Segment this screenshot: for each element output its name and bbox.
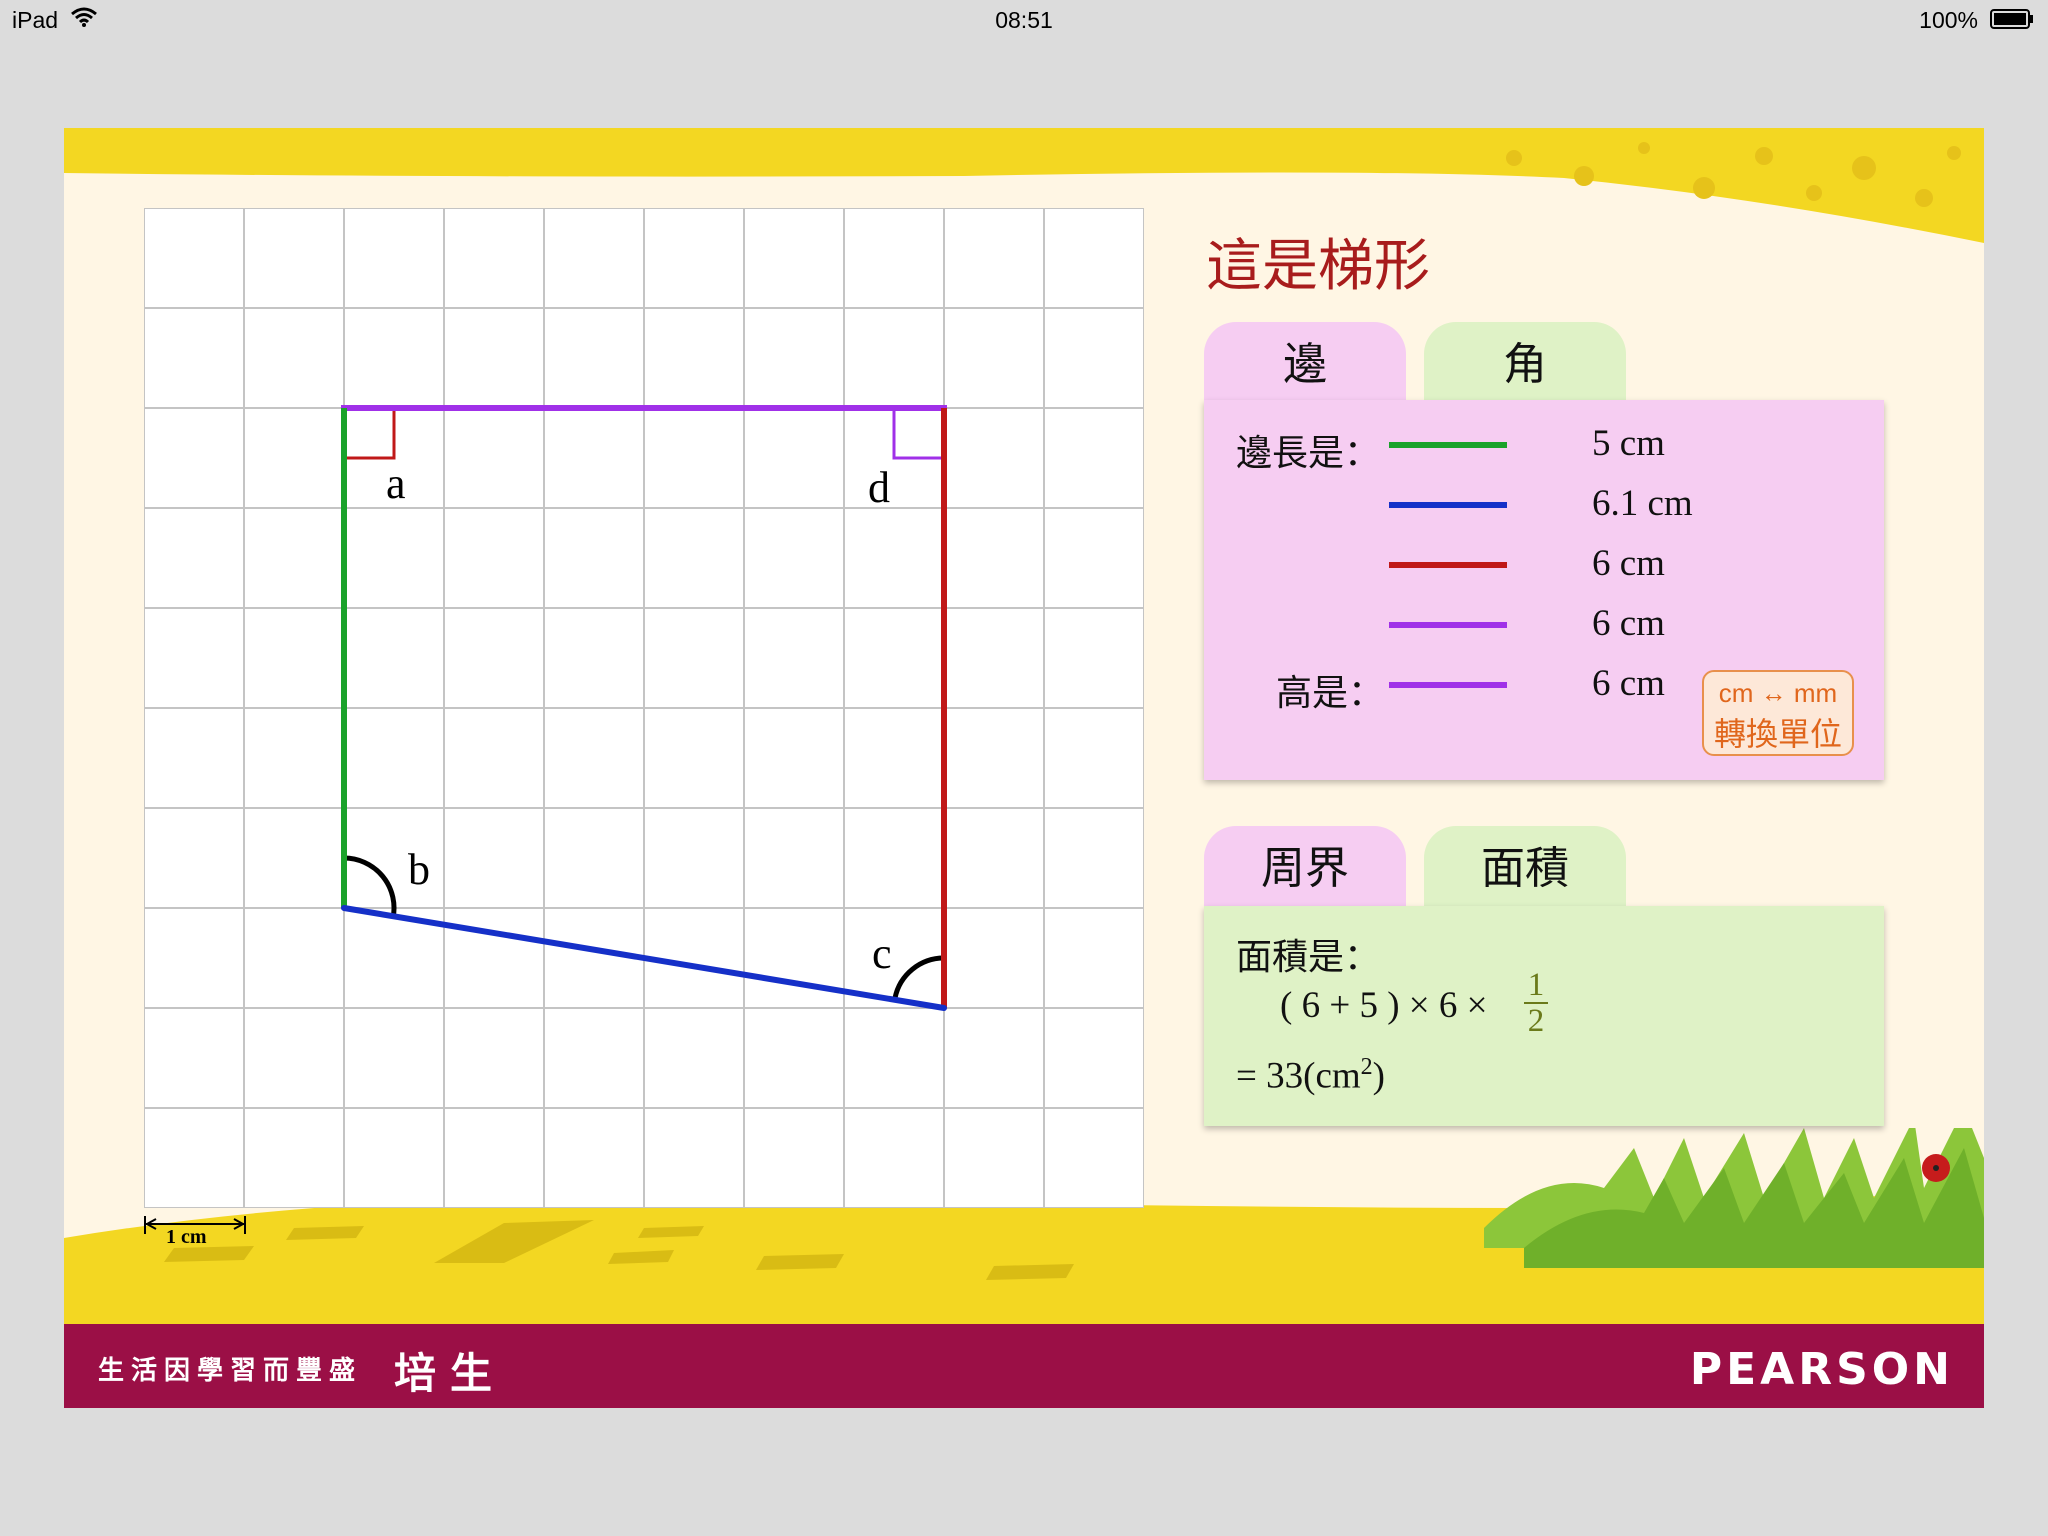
area-fraction: 1 2 [1522, 968, 1550, 1038]
vertex-label-b: b [408, 845, 430, 894]
fraction-numerator: 1 [1527, 967, 1545, 1003]
side-color-line-purple [1389, 622, 1507, 628]
height-color-line [1389, 682, 1507, 688]
side-color-line-green [1389, 442, 1507, 448]
pearson-logo: PEARSON [1689, 1344, 1954, 1395]
side-color-line-red [1389, 562, 1507, 568]
vertex-label-a: a [386, 459, 406, 508]
side-length-value: 5 cm [1592, 423, 1665, 464]
side-length-value: 6 cm [1592, 603, 1665, 644]
unit-convert-line1: cm ↔ mm [1718, 678, 1838, 708]
fraction-denominator: 2 [1527, 1003, 1545, 1039]
footer-brand-cn: 培生 [394, 1350, 507, 1397]
app-canvas: a d b c 1 cm 這是梯形 邊 角 邊長是： 5 cm 6.1 cm 6… [64, 128, 1984, 1408]
status-bar: iPad 08:51 100% [0, 0, 2048, 42]
area-result: = 33(cm2) [1236, 1054, 1385, 1097]
area-result-exponent: 2 [1360, 1054, 1373, 1080]
area-result-value: = 33(cm [1236, 1055, 1361, 1097]
vertex-label-d: d [868, 463, 890, 512]
side-length-value: 6 cm [1592, 543, 1665, 584]
geometry-grid [144, 208, 1144, 1208]
sides-panel: 邊長是： 5 cm 6.1 cm 6 cm 6 cm 高是： 6 cm cm ↔… [1204, 400, 1884, 780]
scale-label: 1 cm [166, 1226, 207, 1248]
footer-slogan: 生活因學習而豐盛 [98, 1355, 363, 1385]
shape-title: 這是梯形 [1206, 234, 1430, 297]
tab-angles[interactable]: 角 [1424, 322, 1626, 402]
area-label: 面積是： [1236, 936, 1381, 977]
unit-convert-line2: 轉換單位 [1713, 716, 1842, 752]
battery-icon [1990, 9, 2033, 29]
area-panel: 面積是： ( 6 + 5 ) × 6 × 1 2 = 33(cm2) [1204, 906, 1884, 1126]
clock: 08:51 [995, 7, 1053, 33]
height-value: 6 cm [1592, 663, 1665, 704]
battery-percent: 100% [1919, 7, 1978, 33]
tab-perimeter[interactable]: 周界 [1204, 826, 1406, 906]
side-length-label: 邊長是： [1236, 432, 1381, 473]
footer-bar: 生活因學習而豐盛 培生 PEARSON [64, 1324, 1984, 1408]
height-label: 高是： [1276, 672, 1385, 713]
vertex-label-c: c [872, 929, 892, 978]
grid-svg [144, 208, 1144, 1208]
area-formula: ( 6 + 5 ) × 6 × [1280, 985, 1488, 1026]
side-length-value: 6.1 cm [1592, 483, 1693, 524]
side-color-line-blue [1389, 502, 1507, 508]
tab-area[interactable]: 面積 [1424, 826, 1626, 906]
tab-sides[interactable]: 邊 [1204, 322, 1406, 402]
area-result-close: ) [1372, 1055, 1385, 1097]
unit-convert-button[interactable]: cm ↔ mm 轉換單位 [1702, 670, 1854, 756]
